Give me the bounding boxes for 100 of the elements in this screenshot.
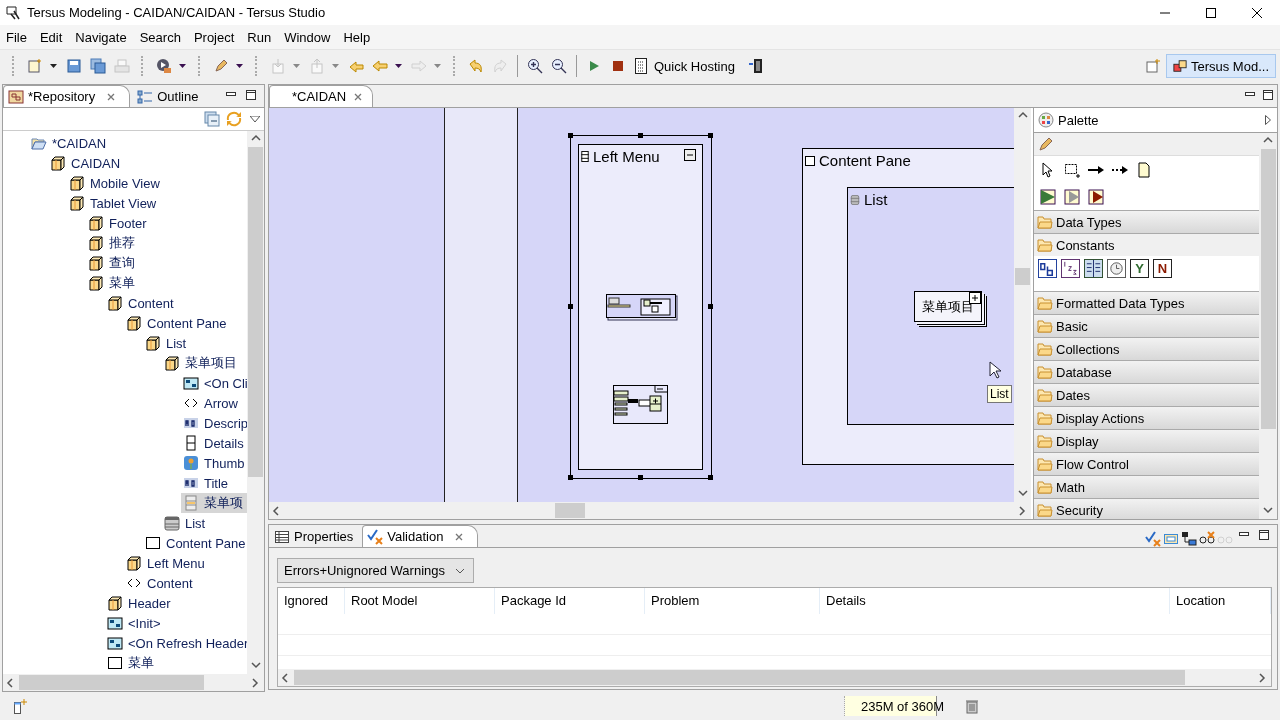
maximize-icon[interactable] <box>1206 7 1216 18</box>
palette-drawer[interactable]: Data Types <box>1034 210 1259 233</box>
scrollbar-thumb[interactable] <box>1260 149 1276 429</box>
open-perspective-icon[interactable] <box>1144 58 1161 74</box>
menu-item[interactable]: File <box>0 29 34 45</box>
view-menu-icon[interactable] <box>250 116 260 122</box>
scroll-down-icon[interactable] <box>1017 489 1028 499</box>
caret-icon[interactable] <box>50 64 57 68</box>
tree-item[interactable]: Left Menu <box>124 553 207 573</box>
collapse-icon[interactable] <box>684 149 696 161</box>
check-cross-icon[interactable] <box>1145 531 1161 547</box>
hierarchy-icon[interactable] <box>1181 531 1197 547</box>
palette-drawer[interactable]: Collections <box>1034 337 1259 360</box>
palette-drawer[interactable]: Basic <box>1034 314 1259 337</box>
palette-drawer[interactable]: Math <box>1034 475 1259 498</box>
scrollbar-thumb[interactable] <box>555 503 585 518</box>
menu-item[interactable]: Window <box>278 29 338 45</box>
scroll-right-icon[interactable] <box>251 677 261 688</box>
tree-item[interactable]: Header <box>105 593 173 613</box>
maximize-icon[interactable] <box>1262 89 1274 101</box>
clock-icon[interactable] <box>1107 259 1126 278</box>
exit-flag-icon[interactable] <box>1088 188 1104 205</box>
menu-item[interactable]: Help <box>337 29 378 45</box>
note-icon[interactable] <box>1136 161 1152 178</box>
tree-item[interactable]: 菜单 <box>86 273 137 293</box>
scroll-left-icon[interactable] <box>281 672 291 683</box>
menu-item[interactable]: Edit <box>33 29 70 45</box>
palette-drawer[interactable]: Security <box>1034 498 1259 519</box>
tree-item[interactable]: Thumb <box>181 453 247 473</box>
view-tab[interactable]: Validation <box>362 525 479 547</box>
scrollbar-thumb[interactable] <box>294 670 1185 685</box>
palette-drawer[interactable]: Database <box>1034 360 1259 383</box>
palette-drawer[interactable]: Dates <box>1034 383 1259 406</box>
zoom-out-icon[interactable] <box>551 58 567 74</box>
tree-item[interactable]: <On Cli <box>181 373 247 393</box>
frame-icon[interactable] <box>1163 531 1179 547</box>
palette-drawer[interactable]: Formatted Data Types <box>1034 291 1259 314</box>
save-all-icon[interactable] <box>90 58 106 74</box>
scroll-right-icon[interactable] <box>1018 505 1028 516</box>
fast-view-icon[interactable] <box>12 698 28 714</box>
perspective-button[interactable]: Tersus Mod... <box>1165 54 1276 78</box>
tree-item[interactable]: 菜单项 <box>181 493 247 513</box>
tree-item[interactable]: 查询 <box>86 253 137 273</box>
menu-item-drawing[interactable] <box>606 294 678 321</box>
new-file-icon[interactable] <box>27 58 43 74</box>
menu-item[interactable]: Run <box>241 29 279 45</box>
tree-item[interactable]: CAIDAN <box>48 153 123 173</box>
flag-icon[interactable] <box>1064 188 1080 205</box>
scroll-down-icon[interactable] <box>250 661 261 671</box>
glasses-cross-icon[interactable] <box>1199 531 1215 547</box>
tree-item[interactable]: List <box>162 513 208 533</box>
view-tab[interactable]: Properties <box>269 525 361 547</box>
tree-item[interactable]: Content Pane <box>143 533 247 553</box>
model-box[interactable]: Left Menu <box>578 144 703 470</box>
scroll-left-icon[interactable] <box>6 677 16 688</box>
tree-item[interactable]: Descrip <box>181 413 247 433</box>
tree-item[interactable]: 推荐 <box>86 233 137 253</box>
scrollbar-thumb[interactable] <box>1015 268 1030 285</box>
scroll-right-icon[interactable] <box>1258 672 1268 683</box>
start-flag-icon[interactable] <box>1040 188 1056 205</box>
letter-constant-icon[interactable]: N <box>1153 259 1172 278</box>
tree-item[interactable]: Footer <box>86 213 149 233</box>
tree-item[interactable]: <Init> <box>105 613 163 633</box>
letter-constant-icon[interactable]: Y <box>1130 259 1149 278</box>
filter-dropdown[interactable]: Errors+Unignored Warnings <box>277 558 474 583</box>
tree-item[interactable]: Details <box>181 433 246 453</box>
scrollbar-thumb[interactable] <box>19 675 204 690</box>
caret-icon[interactable] <box>236 64 243 68</box>
expand-arrow-icon[interactable] <box>1265 115 1271 125</box>
trash-icon[interactable] <box>964 698 980 714</box>
menu-item[interactable]: Navigate <box>69 29 134 45</box>
menu-item[interactable]: Project <box>187 29 242 45</box>
flow-diagram-drawing[interactable] <box>613 385 668 424</box>
palette-drawer[interactable]: Display <box>1034 429 1259 452</box>
table-constant-icon[interactable] <box>1084 259 1103 278</box>
text-constant-icon[interactable] <box>1038 259 1057 278</box>
caret-icon[interactable] <box>395 64 402 68</box>
tree-item[interactable]: Mobile View <box>67 173 162 193</box>
maximize-icon[interactable] <box>245 89 257 101</box>
view-tab[interactable]: Outline <box>132 85 206 107</box>
caret-icon[interactable] <box>179 64 186 68</box>
editor-tab[interactable]: *CAIDAN <box>269 85 374 107</box>
tree-item[interactable]: *CAIDAN <box>29 133 109 153</box>
palette-drawer[interactable]: Display Actions <box>1034 406 1259 429</box>
collapse-all-icon[interactable] <box>204 111 220 127</box>
pen-icon[interactable] <box>1038 136 1054 152</box>
quick-hosting-button[interactable]: Quick Hosting <box>631 58 743 74</box>
tree-item[interactable]: 菜单项目 <box>162 353 239 373</box>
scroll-left-icon[interactable] <box>272 505 282 516</box>
pen-icon[interactable] <box>213 58 229 74</box>
marquee-icon[interactable] <box>1064 161 1080 178</box>
menu-item[interactable]: Search <box>133 29 188 45</box>
scrollbar-thumb[interactable] <box>248 147 263 477</box>
palette-drawer[interactable]: Flow Control <box>1034 452 1259 475</box>
tree-item[interactable]: Arrow <box>181 393 240 413</box>
device-icon[interactable] <box>747 58 764 74</box>
stop-icon[interactable] <box>610 58 626 74</box>
run-config-icon[interactable] <box>156 58 172 74</box>
tree-item[interactable]: Content <box>105 293 176 313</box>
tree-item[interactable]: List <box>143 333 189 353</box>
